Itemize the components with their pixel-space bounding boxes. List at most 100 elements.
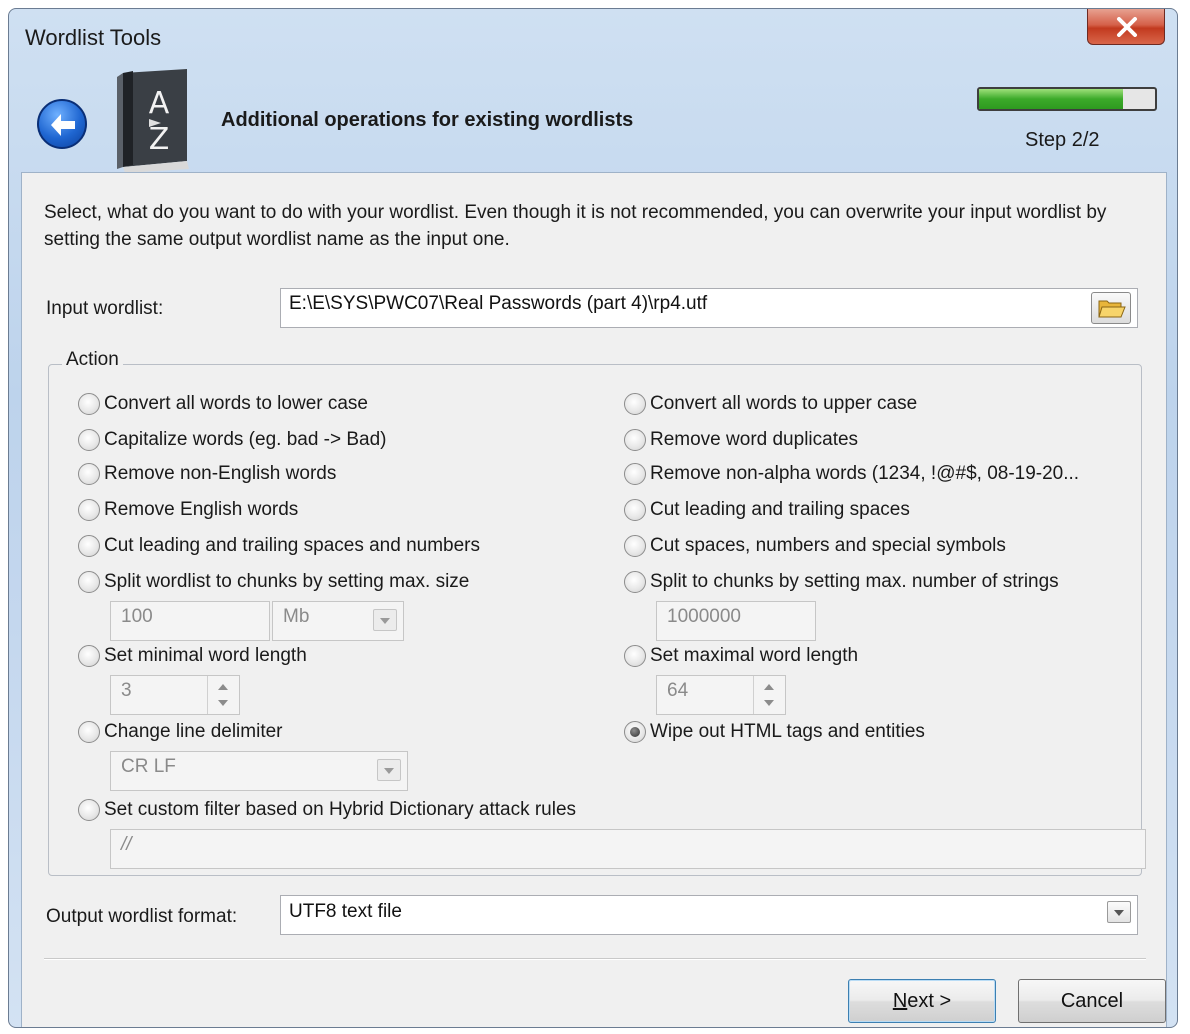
next-button-label: Next >	[892, 990, 952, 1012]
radio-wipe-html[interactable]: Wipe out HTML tags and entities	[624, 721, 925, 743]
radio-custom-filter[interactable]: Set custom filter based on Hybrid Dictio…	[78, 799, 576, 821]
radio-label: Cut spaces, numbers and special symbols	[650, 535, 1006, 556]
svg-text:Z: Z	[149, 122, 170, 157]
radio-cut-special-symbols[interactable]: Cut spaces, numbers and special symbols	[624, 535, 1006, 557]
spin-up-icon	[218, 684, 228, 690]
step-progress-bar	[977, 87, 1157, 111]
next-button[interactable]: Next >	[848, 979, 996, 1023]
radio-cut-spaces[interactable]: Cut leading and trailing spaces	[624, 499, 910, 521]
radio-button-checked	[624, 721, 646, 743]
browse-button[interactable]	[1091, 292, 1131, 324]
radio-button	[78, 535, 100, 557]
radio-label: Split wordlist to chunks by setting max.…	[104, 571, 470, 592]
radio-label: Cut leading and trailing spaces	[650, 499, 910, 520]
radio-remove-non-english[interactable]: Remove non-English words	[78, 463, 336, 485]
radio-label: Remove English words	[104, 499, 299, 520]
radio-label: Remove non-alpha words (1234, !@#$, 08-1…	[650, 463, 1080, 484]
radio-lower-case[interactable]: Convert all words to lower case	[78, 393, 368, 415]
line-delimiter-dropdown[interactable]: CR LF	[110, 751, 408, 791]
max-length-value: 64	[667, 680, 689, 701]
radio-button	[624, 499, 646, 521]
radio-button	[78, 721, 100, 743]
radio-label: Capitalize words (eg. bad -> Bad)	[104, 429, 387, 450]
output-format-label: Output wordlist format:	[46, 906, 238, 927]
radio-min-length[interactable]: Set minimal word length	[78, 645, 307, 667]
input-wordlist-label: Input wordlist:	[46, 298, 164, 319]
divider	[44, 958, 1146, 960]
wordlist-tools-window: Wordlist Tools A Z Additional operations…	[8, 8, 1178, 1028]
folder-open-icon	[1098, 300, 1126, 318]
dictionary-book-icon: A Z	[117, 69, 189, 173]
radio-change-delimiter[interactable]: Change line delimiter	[78, 721, 283, 743]
chunk-size-input[interactable]: 100	[110, 601, 270, 641]
radio-label: Remove non-English words	[104, 463, 337, 484]
wizard-header: A Z Additional operations for existing w…	[13, 63, 1173, 177]
progress-fill	[979, 89, 1124, 109]
spin-up-icon	[764, 684, 774, 690]
radio-label: Set custom filter based on Hybrid Dictio…	[104, 799, 577, 820]
radio-button	[624, 429, 646, 451]
radio-label: Change line delimiter	[104, 721, 283, 742]
cancel-button[interactable]: Cancel	[1018, 979, 1166, 1023]
arrow-left-icon	[51, 114, 75, 136]
min-length-value: 3	[121, 680, 132, 701]
radio-label: Wipe out HTML tags and entities	[650, 721, 925, 742]
back-button[interactable]	[37, 99, 87, 149]
svg-text:A: A	[149, 86, 170, 121]
content-panel: Select, what do you want to do with your…	[21, 172, 1167, 1027]
radio-remove-duplicates[interactable]: Remove word duplicates	[624, 429, 858, 451]
radio-remove-non-alpha[interactable]: Remove non-alpha words (1234, !@#$, 08-1…	[624, 463, 1079, 485]
radio-button	[78, 393, 100, 415]
radio-cut-spaces-numbers[interactable]: Cut leading and trailing spaces and numb…	[78, 535, 480, 557]
radio-button	[78, 463, 100, 485]
radio-button	[78, 429, 100, 451]
radio-label: Remove word duplicates	[650, 429, 859, 450]
radio-button	[624, 393, 646, 415]
radio-button	[78, 645, 100, 667]
custom-filter-input[interactable]: //	[110, 829, 1146, 869]
radio-remove-english[interactable]: Remove English words	[78, 499, 298, 521]
spin-down-icon	[764, 700, 774, 706]
spin-down-icon	[218, 700, 228, 706]
radio-button	[78, 499, 100, 521]
line-delimiter-value: CR LF	[121, 756, 176, 777]
radio-button	[624, 535, 646, 557]
input-wordlist-value: E:\E\SYS\PWC07\Real Passwords (part 4)\r…	[289, 293, 708, 314]
radio-label: Cut leading and trailing spaces and numb…	[104, 535, 481, 556]
chunk-unit-value: Mb	[283, 606, 310, 627]
radio-label: Split to chunks by setting max. number o…	[650, 571, 1059, 592]
output-format-value: UTF8 text file	[289, 901, 402, 922]
radio-max-length[interactable]: Set maximal word length	[624, 645, 858, 667]
spin-buttons[interactable]	[207, 676, 239, 714]
max-length-stepper[interactable]: 64	[656, 675, 786, 715]
spin-buttons[interactable]	[753, 676, 785, 714]
chevron-down-icon	[373, 609, 397, 631]
radio-label: Convert all words to lower case	[104, 393, 368, 414]
close-button[interactable]	[1087, 9, 1165, 45]
step-label: Step 2/2	[1025, 129, 1100, 151]
chevron-down-icon	[377, 759, 401, 781]
max-strings-input[interactable]: 1000000	[656, 601, 816, 641]
radio-label: Convert all words to upper case	[650, 393, 918, 414]
radio-button	[78, 799, 100, 821]
output-format-dropdown[interactable]: UTF8 text file	[280, 895, 1138, 935]
input-wordlist-field[interactable]: E:\E\SYS\PWC07\Real Passwords (part 4)\r…	[280, 288, 1138, 328]
close-icon	[1117, 17, 1137, 37]
description-text: Select, what do you want to do with your…	[44, 202, 1107, 250]
radio-upper-case[interactable]: Convert all words to upper case	[624, 393, 917, 415]
action-group-label: Action	[62, 349, 123, 371]
page-title: Additional operations for existing wordl…	[221, 109, 634, 131]
radio-button	[78, 571, 100, 593]
chevron-down-icon	[1107, 901, 1131, 923]
radio-button	[624, 645, 646, 667]
radio-capitalize[interactable]: Capitalize words (eg. bad -> Bad)	[78, 429, 387, 451]
radio-split-by-size[interactable]: Split wordlist to chunks by setting max.…	[78, 571, 469, 593]
radio-label: Set maximal word length	[650, 645, 859, 666]
radio-split-by-strings[interactable]: Split to chunks by setting max. number o…	[624, 571, 1059, 593]
chunk-unit-dropdown[interactable]: Mb	[272, 601, 404, 641]
window-title: Wordlist Tools	[25, 25, 162, 50]
min-length-stepper[interactable]: 3	[110, 675, 240, 715]
radio-button	[624, 463, 646, 485]
radio-label: Set minimal word length	[104, 645, 307, 666]
radio-button	[624, 571, 646, 593]
